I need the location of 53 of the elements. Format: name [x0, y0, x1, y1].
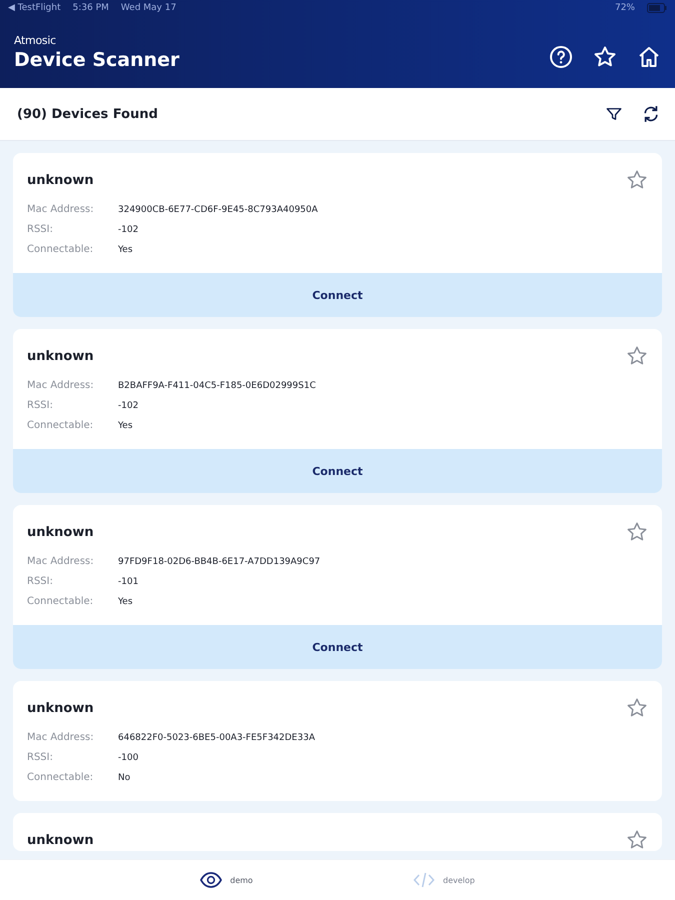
star-icon[interactable] — [626, 345, 648, 367]
star-icon[interactable] — [626, 169, 648, 191]
star-icon[interactable] — [626, 697, 648, 719]
field-label: Connectable: — [27, 595, 94, 609]
connect-button[interactable]: Connect — [13, 273, 662, 317]
field-label: Mac Address: — [27, 379, 95, 393]
battery-percent: 72% — [614, 3, 635, 13]
field-value: Yes — [118, 596, 134, 609]
status-text: ◀ TestFlight — [8, 3, 61, 13]
field-label: Connectable: — [27, 771, 94, 785]
field-value: B2BAFF9A-F411-04C5-F185-0E6D02999S1C — [118, 380, 317, 393]
field-label: RSSI: — [27, 399, 54, 413]
code-icon — [413, 872, 436, 888]
home-icon[interactable] — [637, 45, 661, 69]
help-icon[interactable] — [549, 45, 573, 69]
star-icon[interactable] — [593, 45, 617, 69]
status-text: 5:36 PM — [72, 3, 109, 13]
field-label: Mac Address: — [27, 203, 95, 217]
field-label: Connectable: — [27, 419, 94, 433]
field-value: -102 — [118, 224, 140, 237]
field-value: Yes — [118, 420, 134, 433]
device-name: unknown — [27, 832, 94, 848]
star-icon[interactable] — [626, 521, 648, 543]
field-value: 97FD9F18-02D6-BB4B-6E17-A7DD139A9C97 — [118, 556, 322, 569]
screen-title: Device Scanner — [14, 49, 180, 71]
device-name: unknown — [27, 348, 94, 364]
device-count: (90) Devices Found — [17, 106, 158, 122]
field-label: Connectable: — [27, 243, 94, 257]
tab[interactable]: develop — [413, 872, 475, 888]
status-text: Wed May 17 — [120, 3, 176, 13]
battery-icon — [647, 3, 667, 13]
tab[interactable]: demo — [200, 872, 253, 888]
field-value: -100 — [118, 752, 140, 765]
eye-icon — [200, 872, 222, 888]
connect-button[interactable]: Connect — [13, 625, 662, 669]
field-label: RSSI: — [27, 575, 54, 589]
field-value: 324900CB-6E77-CD6F-9E45-8C793A40950A — [118, 204, 319, 217]
device-name: unknown — [27, 524, 94, 540]
device-name: unknown — [27, 172, 94, 188]
field-value: No — [118, 772, 132, 785]
device-name: unknown — [27, 700, 94, 716]
field-label: RSSI: — [27, 223, 54, 237]
field-label: Mac Address: — [27, 731, 95, 745]
filter-icon[interactable] — [605, 105, 623, 123]
connect-button[interactable]: Connect — [13, 449, 662, 493]
star-icon[interactable] — [626, 829, 648, 851]
brand-logo: Atmosic — [14, 34, 57, 47]
field-label: RSSI: — [27, 751, 54, 765]
field-value: -102 — [118, 400, 140, 413]
field-label: Mac Address: — [27, 555, 95, 569]
field-value: -101 — [118, 576, 140, 589]
field-value: 646822F0-5023-6BE5-00A3-FE5F342DE33A — [118, 732, 316, 745]
field-value: Yes — [118, 244, 134, 257]
